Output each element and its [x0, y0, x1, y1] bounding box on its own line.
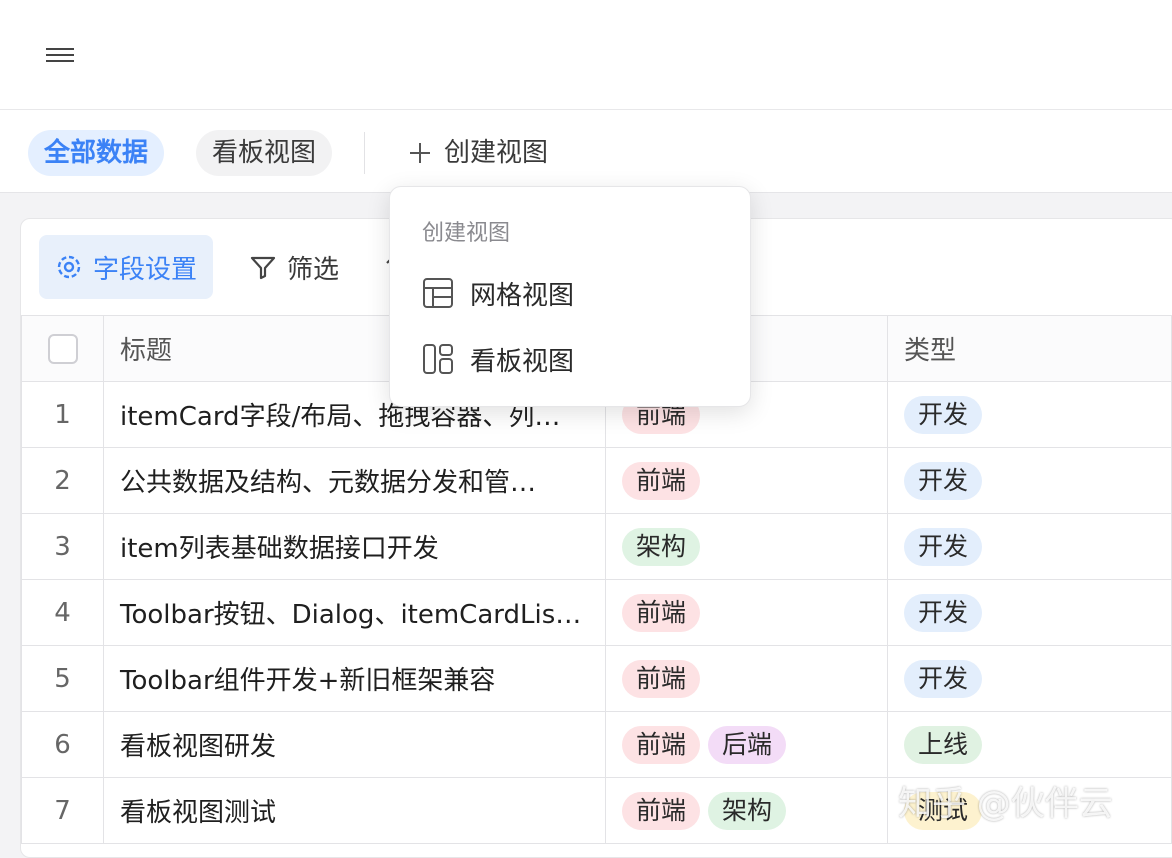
top-bar: [0, 0, 1172, 110]
type-badge: 开发: [904, 659, 983, 698]
column-header-type[interactable]: 类型: [887, 315, 1172, 382]
field-settings-label: 字段设置: [93, 254, 198, 285]
tag-badge: 架构: [708, 791, 787, 830]
table-row[interactable]: 5 Toolbar组件开发+新旧框架兼容 前端 开发: [21, 645, 1172, 712]
grid-view-label: 网格视图: [470, 280, 575, 311]
row-tags-cell[interactable]: 前端 后端: [605, 711, 888, 778]
tag-badge: 前端: [622, 593, 701, 632]
row-title-cell[interactable]: Toolbar按钮、Dialog、itemCardLis…: [103, 579, 606, 646]
type-badge: 上线: [904, 725, 983, 764]
row-tags-cell[interactable]: 前端: [605, 447, 888, 514]
plus-icon: [410, 143, 430, 163]
create-view-label: 创建视图: [444, 138, 549, 168]
filter-label: 筛选: [287, 254, 340, 285]
tab-divider: [364, 132, 365, 174]
gear-icon: [57, 255, 81, 279]
tag-badge: 前端: [622, 791, 701, 830]
row-title-cell[interactable]: Toolbar组件开发+新旧框架兼容: [103, 645, 606, 712]
row-number: 3: [21, 513, 104, 580]
watermark: 知乎 @伙伴云: [898, 784, 1113, 824]
type-badge: 开发: [904, 593, 983, 632]
table-row[interactable]: 6 看板视图研发 前端 后端 上线: [21, 711, 1172, 778]
type-badge: 开发: [904, 527, 983, 566]
create-view-dropdown: 创建视图 网格视图 看板视图: [389, 186, 751, 407]
select-all-checkbox[interactable]: [47, 333, 78, 364]
kanban-view-label: 看板视图: [470, 346, 575, 377]
create-view-button[interactable]: 创建视图: [408, 130, 548, 176]
row-number: 6: [21, 711, 104, 778]
table-row[interactable]: 2 公共数据及结构、元数据分发和管… 前端 开发: [21, 447, 1172, 514]
tag-badge: 前端: [622, 725, 701, 764]
tag-badge: 前端: [622, 461, 701, 500]
row-number: 5: [21, 645, 104, 712]
row-title-cell[interactable]: 公共数据及结构、元数据分发和管…: [103, 447, 606, 514]
table-row[interactable]: 4 Toolbar按钮、Dialog、itemCardLis… 前端 开发: [21, 579, 1172, 646]
row-number: 7: [21, 777, 104, 844]
row-number: 4: [21, 579, 104, 646]
row-number: 1: [21, 381, 104, 448]
tag-badge: 架构: [622, 527, 701, 566]
filter-button[interactable]: 筛选: [233, 235, 355, 299]
row-title-cell[interactable]: item列表基础数据接口开发: [103, 513, 606, 580]
grid-table-icon: [423, 278, 453, 308]
tab-kanban-view[interactable]: 看板视图: [196, 130, 333, 176]
tag-badge: 后端: [708, 725, 787, 764]
kanban-board-icon: [423, 344, 453, 374]
row-tags-cell[interactable]: 前端: [605, 645, 888, 712]
hamburger-menu-icon[interactable]: [44, 44, 76, 66]
type-badge: 开发: [904, 395, 983, 434]
field-settings-button[interactable]: 字段设置: [39, 235, 214, 299]
select-all-cell: [21, 315, 104, 382]
dropdown-item-kanban-view[interactable]: 看板视图: [410, 331, 730, 387]
row-type-cell[interactable]: 开发: [887, 645, 1172, 712]
dropdown-item-grid-view[interactable]: 网格视图: [410, 265, 730, 321]
row-type-cell[interactable]: 开发: [887, 579, 1172, 646]
row-type-cell[interactable]: 开发: [887, 447, 1172, 514]
row-type-cell[interactable]: 开发: [887, 513, 1172, 580]
row-tags-cell[interactable]: 前端: [605, 579, 888, 646]
row-number: 2: [21, 447, 104, 514]
row-type-cell[interactable]: 上线: [887, 711, 1172, 778]
row-tags-cell[interactable]: 前端 架构: [605, 777, 888, 844]
row-tags-cell[interactable]: 架构: [605, 513, 888, 580]
row-type-cell[interactable]: 开发: [887, 381, 1172, 448]
view-tabs-bar: 全部数据 看板视图 创建视图: [0, 110, 1172, 193]
tag-badge: 前端: [622, 659, 701, 698]
filter-icon: [250, 256, 276, 280]
row-title-cell[interactable]: 看板视图研发: [103, 711, 606, 778]
row-title-cell[interactable]: 看板视图测试: [103, 777, 606, 844]
tab-all-data[interactable]: 全部数据: [28, 130, 165, 176]
dropdown-title: 创建视图: [422, 221, 511, 246]
type-badge: 开发: [904, 461, 983, 500]
table-row[interactable]: 3 item列表基础数据接口开发 架构 开发: [21, 513, 1172, 580]
